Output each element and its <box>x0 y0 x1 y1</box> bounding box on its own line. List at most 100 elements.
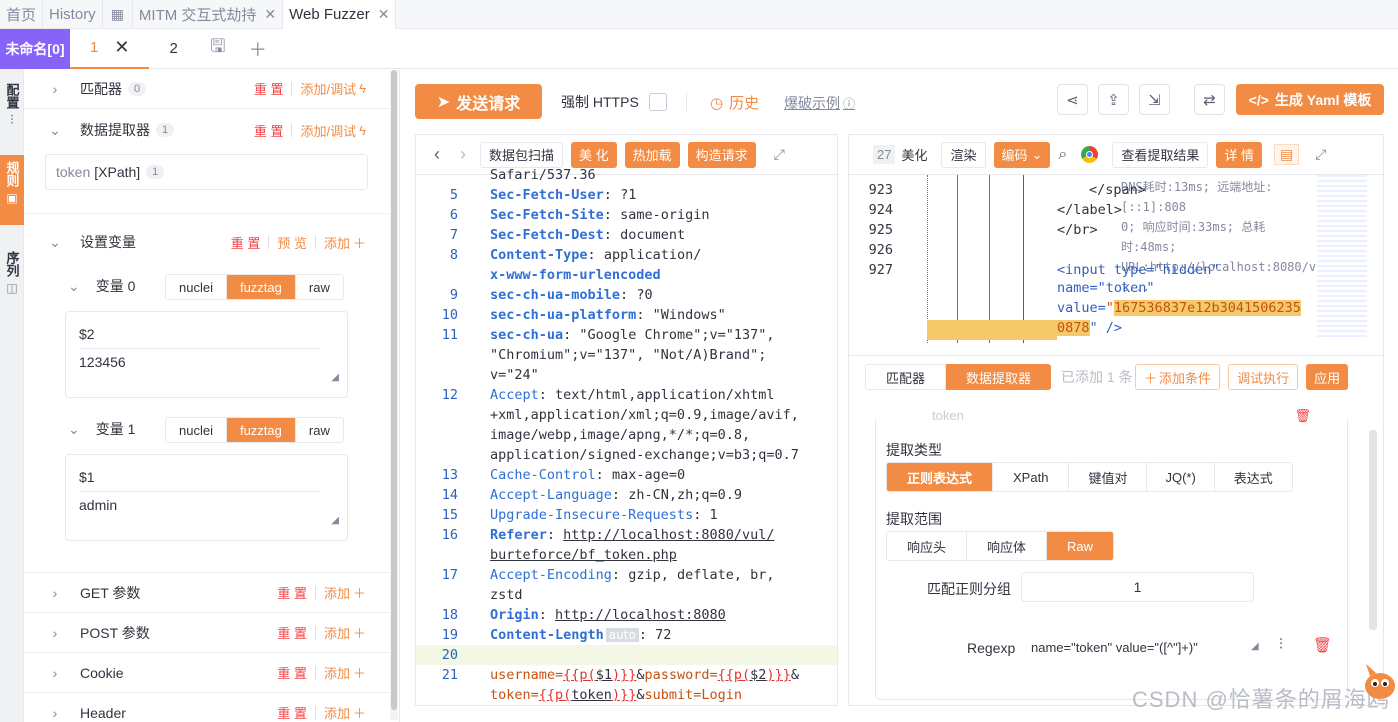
add-button[interactable]: 添加 <box>324 703 350 722</box>
comment-icon[interactable]: ▤ <box>1274 144 1300 165</box>
add-debug-button[interactable]: 添加/调试 <box>300 79 356 98</box>
hotload-button[interactable]: 热加载 <box>624 141 680 168</box>
reset-button[interactable]: 重 置 <box>254 121 284 140</box>
mode-nuclei[interactable]: nuclei <box>166 418 227 442</box>
add-button[interactable]: 添加 <box>324 663 350 682</box>
mode-raw[interactable]: raw <box>295 275 343 299</box>
chevron-down-icon[interactable]: ⌄ <box>42 122 68 139</box>
view-extract-button[interactable]: 查看提取结果 <box>1112 141 1209 168</box>
type-jq[interactable]: JQ(*) <box>1147 463 1215 491</box>
extractor-scrollbar[interactable] <box>1369 430 1377 630</box>
force-https-checkbox[interactable] <box>648 93 667 111</box>
variable-value[interactable]: 123456 <box>79 354 126 370</box>
chrome-icon[interactable] <box>1081 146 1099 163</box>
close-icon[interactable]: ✕ <box>114 37 129 58</box>
type-regex[interactable]: 正则表达式 <box>887 463 994 491</box>
extractor-section[interactable]: ⌄ 数据提取器 1 重 置 添加/调试 ϟ <box>24 110 390 150</box>
encoding-dropdown[interactable]: 编码 ⌄ <box>993 141 1051 168</box>
mascot-icon[interactable] <box>1358 656 1398 706</box>
cookie-section[interactable]: › Cookie 重 置 添加 ＋ <box>24 653 390 693</box>
chevron-right-icon[interactable]: › <box>42 81 68 97</box>
scope-body[interactable]: 响应体 <box>967 532 1048 560</box>
variable-key[interactable]: $1 <box>79 469 95 485</box>
chevron-right-icon[interactable]: › <box>460 144 466 165</box>
fullscreen-icon[interactable]: ⤢ <box>1315 146 1326 163</box>
search-icon[interactable]: ⌕ <box>1058 146 1067 164</box>
debug-execute-button[interactable]: 调试执行 <box>1228 364 1299 390</box>
close-icon[interactable]: ✕ <box>378 6 390 23</box>
reset-button[interactable]: 重 置 <box>277 583 307 602</box>
chevron-left-icon[interactable]: ‹ <box>434 144 440 165</box>
variable-value[interactable]: admin <box>79 497 117 513</box>
mode-fuzztag[interactable]: fuzztag <box>226 275 296 299</box>
mode-raw[interactable]: raw <box>295 418 343 442</box>
tab-mitm[interactable]: MITM 交互式劫持 ✕ <box>133 0 284 29</box>
add-condition-button[interactable]: ＋添加条件 <box>1135 364 1221 390</box>
type-expression[interactable]: 表达式 <box>1214 463 1292 491</box>
chevron-down-icon[interactable]: ⌄ <box>68 278 80 295</box>
scope-raw[interactable]: Raw <box>1047 532 1114 560</box>
side-tab-sequence[interactable]: 序列 ◫ <box>0 245 24 315</box>
reset-button[interactable]: 重 置 <box>231 233 261 252</box>
get-params-section[interactable]: › GET 参数 重 置 添加 ＋ <box>24 573 390 613</box>
plus-icon[interactable]: ＋ <box>238 36 278 62</box>
chevron-right-icon[interactable]: › <box>42 625 68 641</box>
import-icon[interactable]: ⇲ <box>1139 84 1170 115</box>
chevron-down-icon[interactable]: ⌄ <box>42 234 68 251</box>
regex-group-input[interactable]: 1 <box>1021 572 1254 602</box>
reset-button[interactable]: 重 置 <box>254 79 284 98</box>
table-icon[interactable]: ▦ <box>103 0 133 29</box>
send-request-button[interactable]: ➤ 发送请求 <box>415 84 542 119</box>
group-name[interactable]: 未命名[0] <box>0 28 70 69</box>
tab-extractor[interactable]: 数据提取器 <box>946 364 1052 390</box>
preview-button[interactable]: 预 览 <box>277 233 307 252</box>
render-button[interactable]: 渲染 <box>941 141 986 168</box>
response-code[interactable]: DNS耗时:13ms; 远端地址:[::1]:808 0; 响应时间:33ms;… <box>849 175 1383 355</box>
variable-key[interactable]: $2 <box>79 326 95 342</box>
packet-scan-button[interactable]: 数据包扫描 <box>480 141 564 168</box>
chevron-right-icon[interactable]: › <box>42 585 68 601</box>
mode-nuclei[interactable]: nuclei <box>166 275 227 299</box>
scrollbar-thumb[interactable] <box>391 70 397 710</box>
fullscreen-icon[interactable]: ⤢ <box>774 146 785 163</box>
tab-matcher[interactable]: 匹配器 <box>865 364 947 390</box>
resize-handle-icon[interactable]: ◢ <box>331 372 339 383</box>
regexp-value[interactable]: name="token" value="([^"]+)" <box>1031 640 1198 655</box>
reset-button[interactable]: 重 置 <box>277 663 307 682</box>
add-button[interactable]: 添加 <box>324 583 350 602</box>
delete-icon[interactable]: 🗑 <box>1313 636 1332 654</box>
type-kv[interactable]: 键值对 <box>1069 463 1148 491</box>
left-scrollbar[interactable] <box>390 70 398 720</box>
resize-handle-icon[interactable]: ◢ <box>1251 641 1259 652</box>
switch-icon[interactable]: ⇄ <box>1194 84 1225 115</box>
tab-web-fuzzer[interactable]: Web Fuzzer ✕ <box>283 0 397 29</box>
extractor-tag[interactable]: token [XPath] 1 <box>45 154 368 190</box>
beautify-button[interactable]: 美 化 <box>571 141 617 168</box>
add-button[interactable]: 添加 <box>324 233 350 252</box>
apply-button[interactable]: 应用 <box>1306 364 1349 390</box>
tab-home[interactable]: 首页 <box>0 0 44 29</box>
reset-button[interactable]: 重 置 <box>277 623 307 642</box>
variables-section[interactable]: ⌄ 设置变量 重 置 预 览 添加 ＋ <box>24 222 390 262</box>
variable-0-editor[interactable]: $2 123456 ◢ <box>65 311 348 398</box>
side-tab-config[interactable]: 配置 ⫶ <box>0 77 24 147</box>
sliders-icon[interactable]: ⫶ <box>1279 636 1283 653</box>
header-section[interactable]: › Header 重 置 添加 ＋ <box>24 693 390 722</box>
build-request-button[interactable]: 构造请求 <box>687 141 756 168</box>
export-icon[interactable]: ⇪ <box>1098 84 1129 115</box>
reset-button[interactable]: 重 置 <box>277 703 307 722</box>
mode-fuzztag[interactable]: fuzztag <box>226 418 296 442</box>
beautify-button[interactable]: 美化 <box>895 141 934 168</box>
add-button[interactable]: 添加 <box>324 623 350 642</box>
brute-example-link[interactable]: 爆破示例 ⓘ <box>784 93 855 113</box>
variable-1-editor[interactable]: $1 admin ◢ <box>65 454 348 541</box>
share-icon[interactable]: ⋖ <box>1057 84 1088 115</box>
save-icon[interactable]: 🖫 <box>198 34 238 64</box>
tab-history[interactable]: History <box>43 0 103 29</box>
add-debug-button[interactable]: 添加/调试 <box>300 121 356 140</box>
fuzzer-tab-2[interactable]: 2 <box>149 29 197 69</box>
detail-button[interactable]: 详 情 <box>1216 141 1263 168</box>
matcher-section[interactable]: › 匹配器 0 重 置 添加/调试 ϟ <box>24 69 390 109</box>
side-tab-rules[interactable]: 规则 ▣ <box>0 155 24 225</box>
fuzzer-tab-1[interactable]: 1 ✕ <box>70 29 150 69</box>
